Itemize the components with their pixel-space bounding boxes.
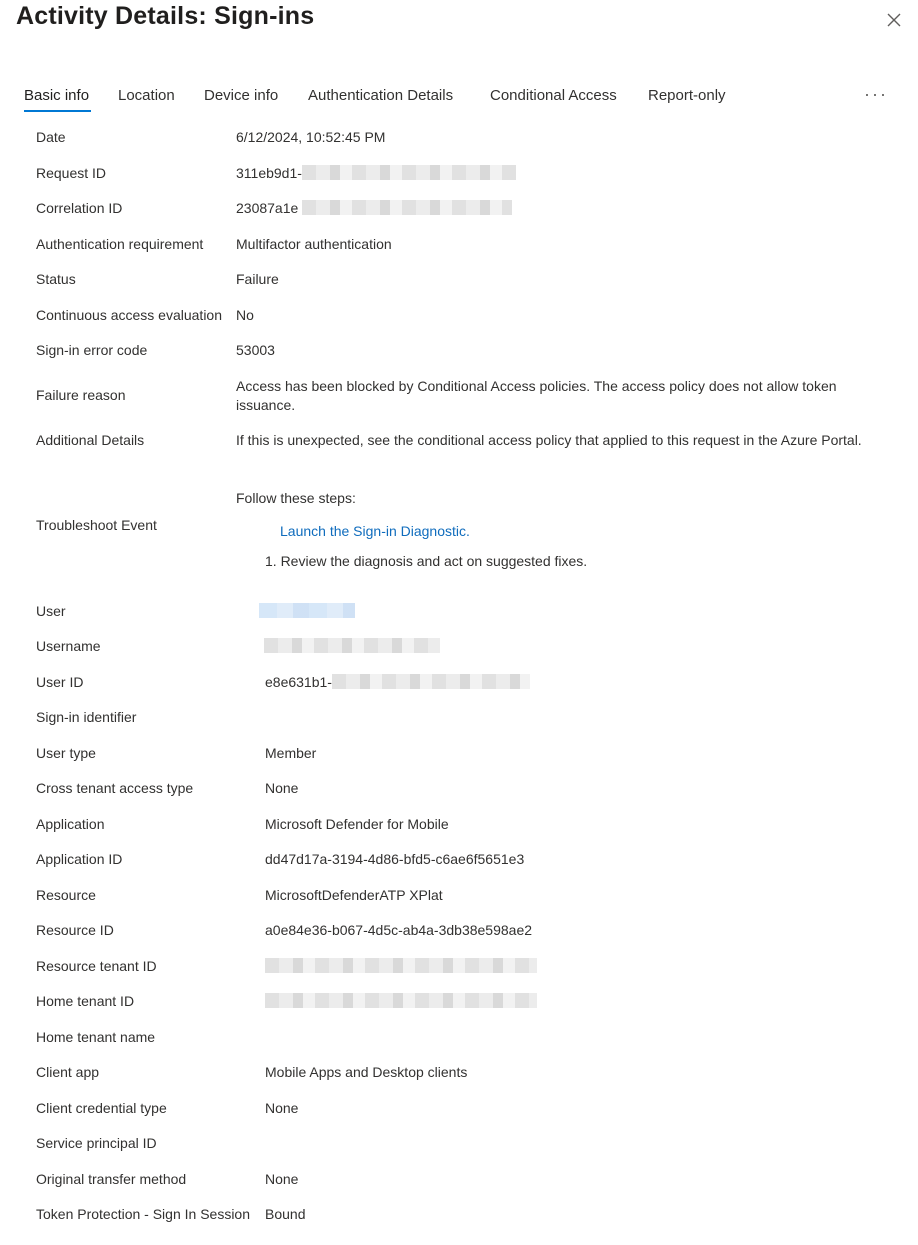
application-id-value: dd47d17a-3194-4d86-bfd5-c6ae6f5651e3 — [265, 851, 525, 867]
date-label: Date — [36, 129, 66, 145]
application-label: Application — [36, 816, 105, 832]
application-id-label: Application ID — [36, 851, 123, 867]
tab-basic-info[interactable]: Basic info — [24, 87, 89, 104]
redacted-block — [265, 958, 537, 973]
correlation-id-value: 23087a1e — [236, 200, 513, 216]
request-id-text: 311eb9d1- — [236, 165, 302, 181]
cross-tenant-value: None — [265, 780, 299, 796]
redacted-block — [301, 165, 516, 180]
status-value: Failure — [236, 271, 279, 287]
additional-details-label: Additional Details — [36, 432, 145, 448]
tab-conditional-access[interactable]: Conditional Access — [490, 87, 617, 104]
resource-id-label: Resource ID — [36, 922, 114, 938]
cross-tenant-label: Cross tenant access type — [36, 780, 194, 796]
resource-label: Resource — [36, 887, 96, 903]
user-type-value: Member — [265, 745, 317, 761]
error-code-value: 53003 — [236, 342, 275, 358]
username-label: Username — [36, 638, 101, 654]
signin-identifier-label: Sign-in identifier — [36, 709, 137, 725]
resource-tenant-id-value — [265, 958, 537, 974]
more-options-icon[interactable]: ··· — [864, 84, 890, 104]
tab-authentication-details[interactable]: Authentication Details — [308, 87, 453, 104]
close-icon — [887, 13, 901, 27]
date-value: 6/12/2024, 10:52:45 PM — [236, 129, 386, 145]
status-label: Status — [36, 271, 76, 287]
redacted-block — [302, 200, 513, 215]
auth-requirement-label: Authentication requirement — [36, 236, 204, 252]
troubleshoot-intro: Follow these steps: — [236, 490, 356, 506]
client-app-value: Mobile Apps and Desktop clients — [265, 1064, 468, 1080]
home-tenant-id-label: Home tenant ID — [36, 993, 135, 1009]
page-title: Activity Details: Sign-ins — [16, 2, 315, 30]
request-id-value: 311eb9d1- — [236, 165, 516, 181]
home-tenant-name-label: Home tenant name — [36, 1029, 156, 1045]
request-id-label: Request ID — [36, 165, 107, 181]
failure-reason-value: Access has been blocked by Conditional A… — [236, 378, 837, 413]
user-type-label: User type — [36, 745, 96, 761]
correlation-id-label: Correlation ID — [36, 200, 123, 216]
resource-id-value: a0e84e36-b067-4d5c-ab4a-3db38e598ae2 — [265, 922, 533, 938]
user-id-label: User ID — [36, 674, 84, 690]
client-credential-type-value: None — [265, 1100, 299, 1116]
resource-value: MicrosoftDefenderATP XPlat — [265, 887, 443, 903]
continuous-access-value: No — [236, 307, 254, 323]
auth-requirement-value: Multifactor authentication — [236, 236, 392, 252]
tab-bar: Basic info Location Device info Authenti… — [0, 84, 918, 120]
client-app-label: Client app — [36, 1064, 100, 1080]
user-id-text: e8e631b1- — [265, 674, 332, 690]
redacted-block — [265, 993, 537, 1008]
username-value — [264, 638, 440, 654]
token-protection-value: Bound — [265, 1206, 306, 1222]
redacted-block — [331, 674, 530, 689]
service-principal-id-label: Service principal ID — [36, 1135, 157, 1151]
launch-diagnostic-link[interactable]: Launch the Sign-in Diagnostic. — [280, 523, 470, 539]
troubleshoot-step-1: 1. Review the diagnosis and act on sugge… — [265, 553, 588, 569]
troubleshoot-label: Troubleshoot Event — [36, 517, 157, 533]
home-tenant-id-value — [265, 993, 537, 1009]
continuous-access-label: Continuous access evaluation — [36, 307, 223, 323]
failure-reason-label: Failure reason — [36, 387, 126, 403]
user-value — [259, 603, 355, 619]
resource-tenant-id-label: Resource tenant ID — [36, 958, 157, 974]
original-transfer-label: Original transfer method — [36, 1171, 187, 1187]
redacted-block — [264, 638, 440, 653]
additional-details-value: If this is unexpected, see the condition… — [236, 432, 862, 448]
error-code-label: Sign-in error code — [36, 342, 148, 358]
client-credential-type-label: Client credential type — [36, 1100, 167, 1116]
correlation-id-text: 23087a1e — [236, 200, 299, 216]
tab-report-only[interactable]: Report-only — [648, 87, 726, 104]
active-tab-indicator — [24, 110, 91, 112]
close-button[interactable] — [882, 8, 906, 32]
user-label: User — [36, 603, 66, 619]
tab-location[interactable]: Location — [118, 87, 175, 104]
tab-device-info[interactable]: Device info — [204, 87, 278, 104]
user-id-value: e8e631b1- — [265, 674, 530, 690]
original-transfer-value: None — [265, 1171, 299, 1187]
application-value: Microsoft Defender for Mobile — [265, 816, 449, 832]
token-protection-label: Token Protection - Sign In Session — [36, 1206, 251, 1222]
redacted-block — [259, 603, 355, 618]
